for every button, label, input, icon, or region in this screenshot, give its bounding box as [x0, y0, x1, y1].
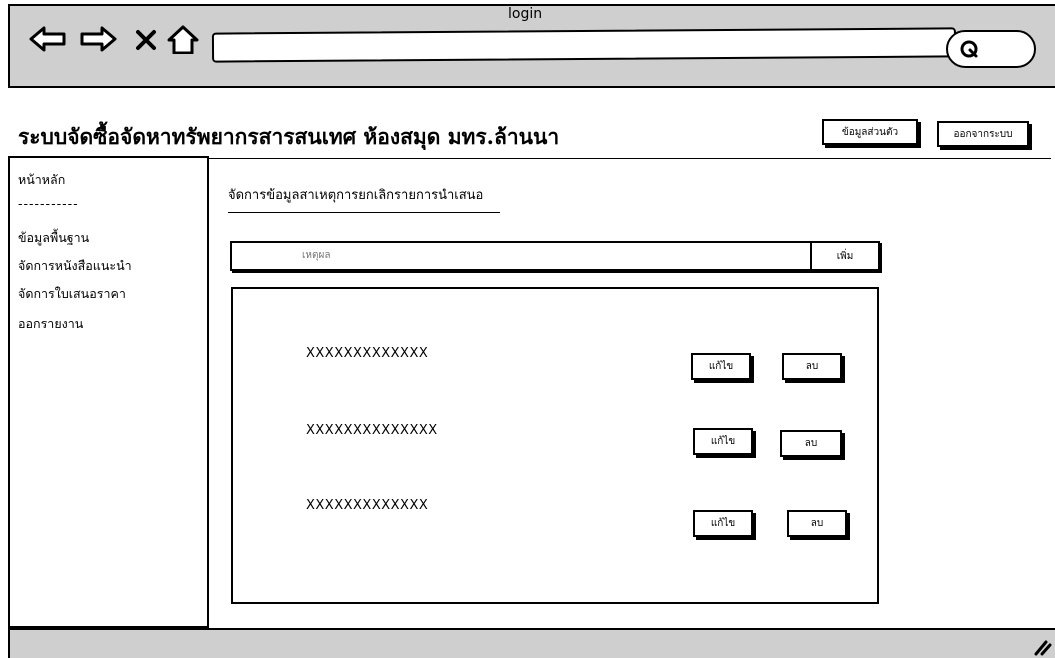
header-divider — [208, 158, 1051, 159]
edit-button[interactable]: แก้ไข — [691, 353, 751, 380]
sidebar-divider: ----------- — [18, 196, 79, 211]
profile-button[interactable]: ข้อมูลส่วนตัว — [822, 119, 918, 145]
forward-arrow-icon[interactable] — [78, 24, 118, 54]
list-item-text: XXXXXXXXXXXXX — [306, 346, 429, 361]
sidebar-item-reports[interactable]: ออกรายงาน — [18, 314, 83, 334]
add-button[interactable]: เพิ่ม — [810, 243, 878, 269]
reason-input[interactable] — [302, 250, 702, 261]
list-item-text: XXXXXXXXXXXXXX — [306, 423, 438, 438]
page-title: ระบบจัดซื้อจัดหาทรัพยากรสารสนเทศ ห้องสมุ… — [18, 124, 560, 149]
reason-form: เพิ่ม — [230, 241, 880, 271]
sidebar: หน้าหลัก ----------- ข้อมูลพื้นฐาน จัดกา… — [8, 156, 209, 628]
delete-button[interactable]: ลบ — [780, 430, 842, 457]
status-bar — [8, 628, 1055, 658]
sidebar-item-home[interactable]: หน้าหลัก — [18, 170, 65, 190]
sidebar-item-manage-recommended-books[interactable]: จัดการหนังสือแนะนำ — [18, 256, 132, 276]
delete-button[interactable]: ลบ — [787, 510, 847, 537]
heading-underline — [228, 212, 500, 213]
section-heading: จัดการข้อมูลสาเหตุการยกเลิกรายการนำเสนอ — [228, 188, 484, 203]
search-icon — [960, 40, 978, 58]
sidebar-item-manage-quotations[interactable]: จัดการใบเสนอราคา — [18, 284, 126, 304]
sidebar-item-basic-data[interactable]: ข้อมูลพื้นฐาน — [18, 228, 89, 248]
back-arrow-icon[interactable] — [28, 24, 68, 54]
resize-grip-icon[interactable] — [1030, 636, 1052, 656]
home-icon[interactable] — [166, 24, 200, 54]
edit-button[interactable]: แก้ไข — [693, 428, 753, 455]
delete-button[interactable]: ลบ — [782, 353, 842, 380]
close-icon[interactable] — [134, 28, 158, 58]
browser-search-button[interactable] — [946, 30, 1036, 68]
edit-button[interactable]: แก้ไข — [693, 510, 753, 537]
logout-button[interactable]: ออกจากระบบ — [937, 121, 1029, 147]
list-item-text: XXXXXXXXXXXXX — [306, 498, 429, 513]
address-bar[interactable] — [211, 27, 957, 63]
window-title: login — [508, 6, 543, 22]
